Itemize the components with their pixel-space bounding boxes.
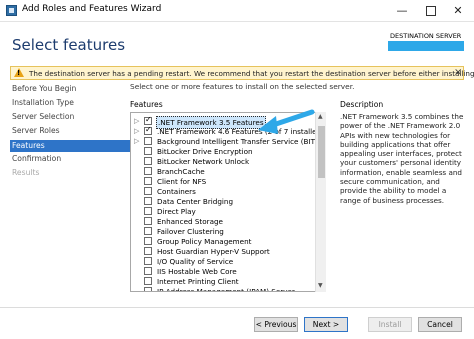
- cancel-button[interactable]: Cancel: [418, 317, 462, 332]
- nav-item-confirmation[interactable]: Confirmation: [12, 154, 61, 163]
- intro-text: Select one or more features to install o…: [130, 82, 355, 91]
- nav-item-features[interactable]: Features: [10, 140, 130, 152]
- feature-description: .NET Framework 3.5 combines the power of…: [340, 112, 464, 205]
- next-button[interactable]: Next >: [304, 317, 348, 332]
- title-bar: Add Roles and Features Wizard — ✕: [0, 0, 474, 22]
- features-heading: Features: [130, 100, 163, 109]
- maximize-button[interactable]: [418, 0, 442, 22]
- features-tree[interactable]: ▷.NET Framework 3.5 Features▷.NET Framew…: [130, 112, 326, 292]
- footer-divider: [0, 307, 474, 308]
- nav-item-before-you-begin[interactable]: Before You Begin: [12, 84, 76, 93]
- feature-checkbox[interactable]: [144, 287, 152, 291]
- feature-checkbox[interactable]: [144, 157, 152, 165]
- feature-row[interactable]: IP Address Management (IPAM) Server: [131, 286, 317, 292]
- feature-checkbox[interactable]: [144, 227, 152, 235]
- previous-button[interactable]: < Previous: [254, 317, 298, 332]
- nav-item-server-roles[interactable]: Server Roles: [12, 126, 60, 135]
- feature-checkbox[interactable]: [144, 167, 152, 175]
- expand-chevron-icon[interactable]: ▷: [134, 117, 139, 125]
- warning-close-icon[interactable]: ×: [454, 67, 462, 78]
- feature-checkbox[interactable]: [144, 277, 152, 285]
- destination-server-label: DESTINATION SERVER: [390, 32, 462, 40]
- feature-checkbox[interactable]: [144, 217, 152, 225]
- annotation-arrow: [258, 109, 315, 134]
- window-title: Add Roles and Features Wizard: [22, 4, 162, 14]
- page-title: Select features: [12, 36, 126, 54]
- feature-checkbox[interactable]: [144, 247, 152, 255]
- nav-item-results: Results: [12, 168, 40, 177]
- nav-item-installation-type[interactable]: Installation Type: [12, 98, 74, 107]
- feature-checkbox[interactable]: [144, 197, 152, 205]
- warning-icon: !: [14, 68, 24, 77]
- nav-item-server-selection[interactable]: Server Selection: [12, 112, 74, 121]
- destination-server-redaction: [388, 41, 464, 51]
- scroll-down-icon[interactable]: ▼: [318, 282, 323, 289]
- feature-checkbox[interactable]: [144, 115, 152, 125]
- feature-checkbox[interactable]: [144, 207, 152, 215]
- expand-chevron-icon[interactable]: ▷: [134, 137, 139, 145]
- expand-chevron-icon[interactable]: ▷: [134, 127, 139, 135]
- feature-checkbox[interactable]: [144, 237, 152, 245]
- feature-checkbox[interactable]: [144, 147, 152, 155]
- feature-label: IP Address Management (IPAM) Server: [157, 287, 295, 292]
- feature-checkbox[interactable]: [144, 257, 152, 265]
- feature-checkbox[interactable]: [144, 137, 152, 145]
- feature-checkbox[interactable]: [144, 177, 152, 185]
- wizard-app-icon: [6, 5, 17, 16]
- minimize-button[interactable]: —: [390, 0, 414, 22]
- warning-text: The destination server has a pending res…: [29, 69, 474, 78]
- feature-checkbox[interactable]: [144, 187, 152, 195]
- description-heading: Description: [340, 100, 384, 109]
- features-scrollbar[interactable]: ▲ ▼: [315, 112, 326, 292]
- feature-checkbox[interactable]: [144, 267, 152, 275]
- close-button[interactable]: ✕: [446, 0, 470, 22]
- pending-restart-warning: ! The destination server has a pending r…: [10, 66, 474, 80]
- feature-checkbox[interactable]: [144, 125, 152, 135]
- install-button[interactable]: Install: [368, 317, 412, 332]
